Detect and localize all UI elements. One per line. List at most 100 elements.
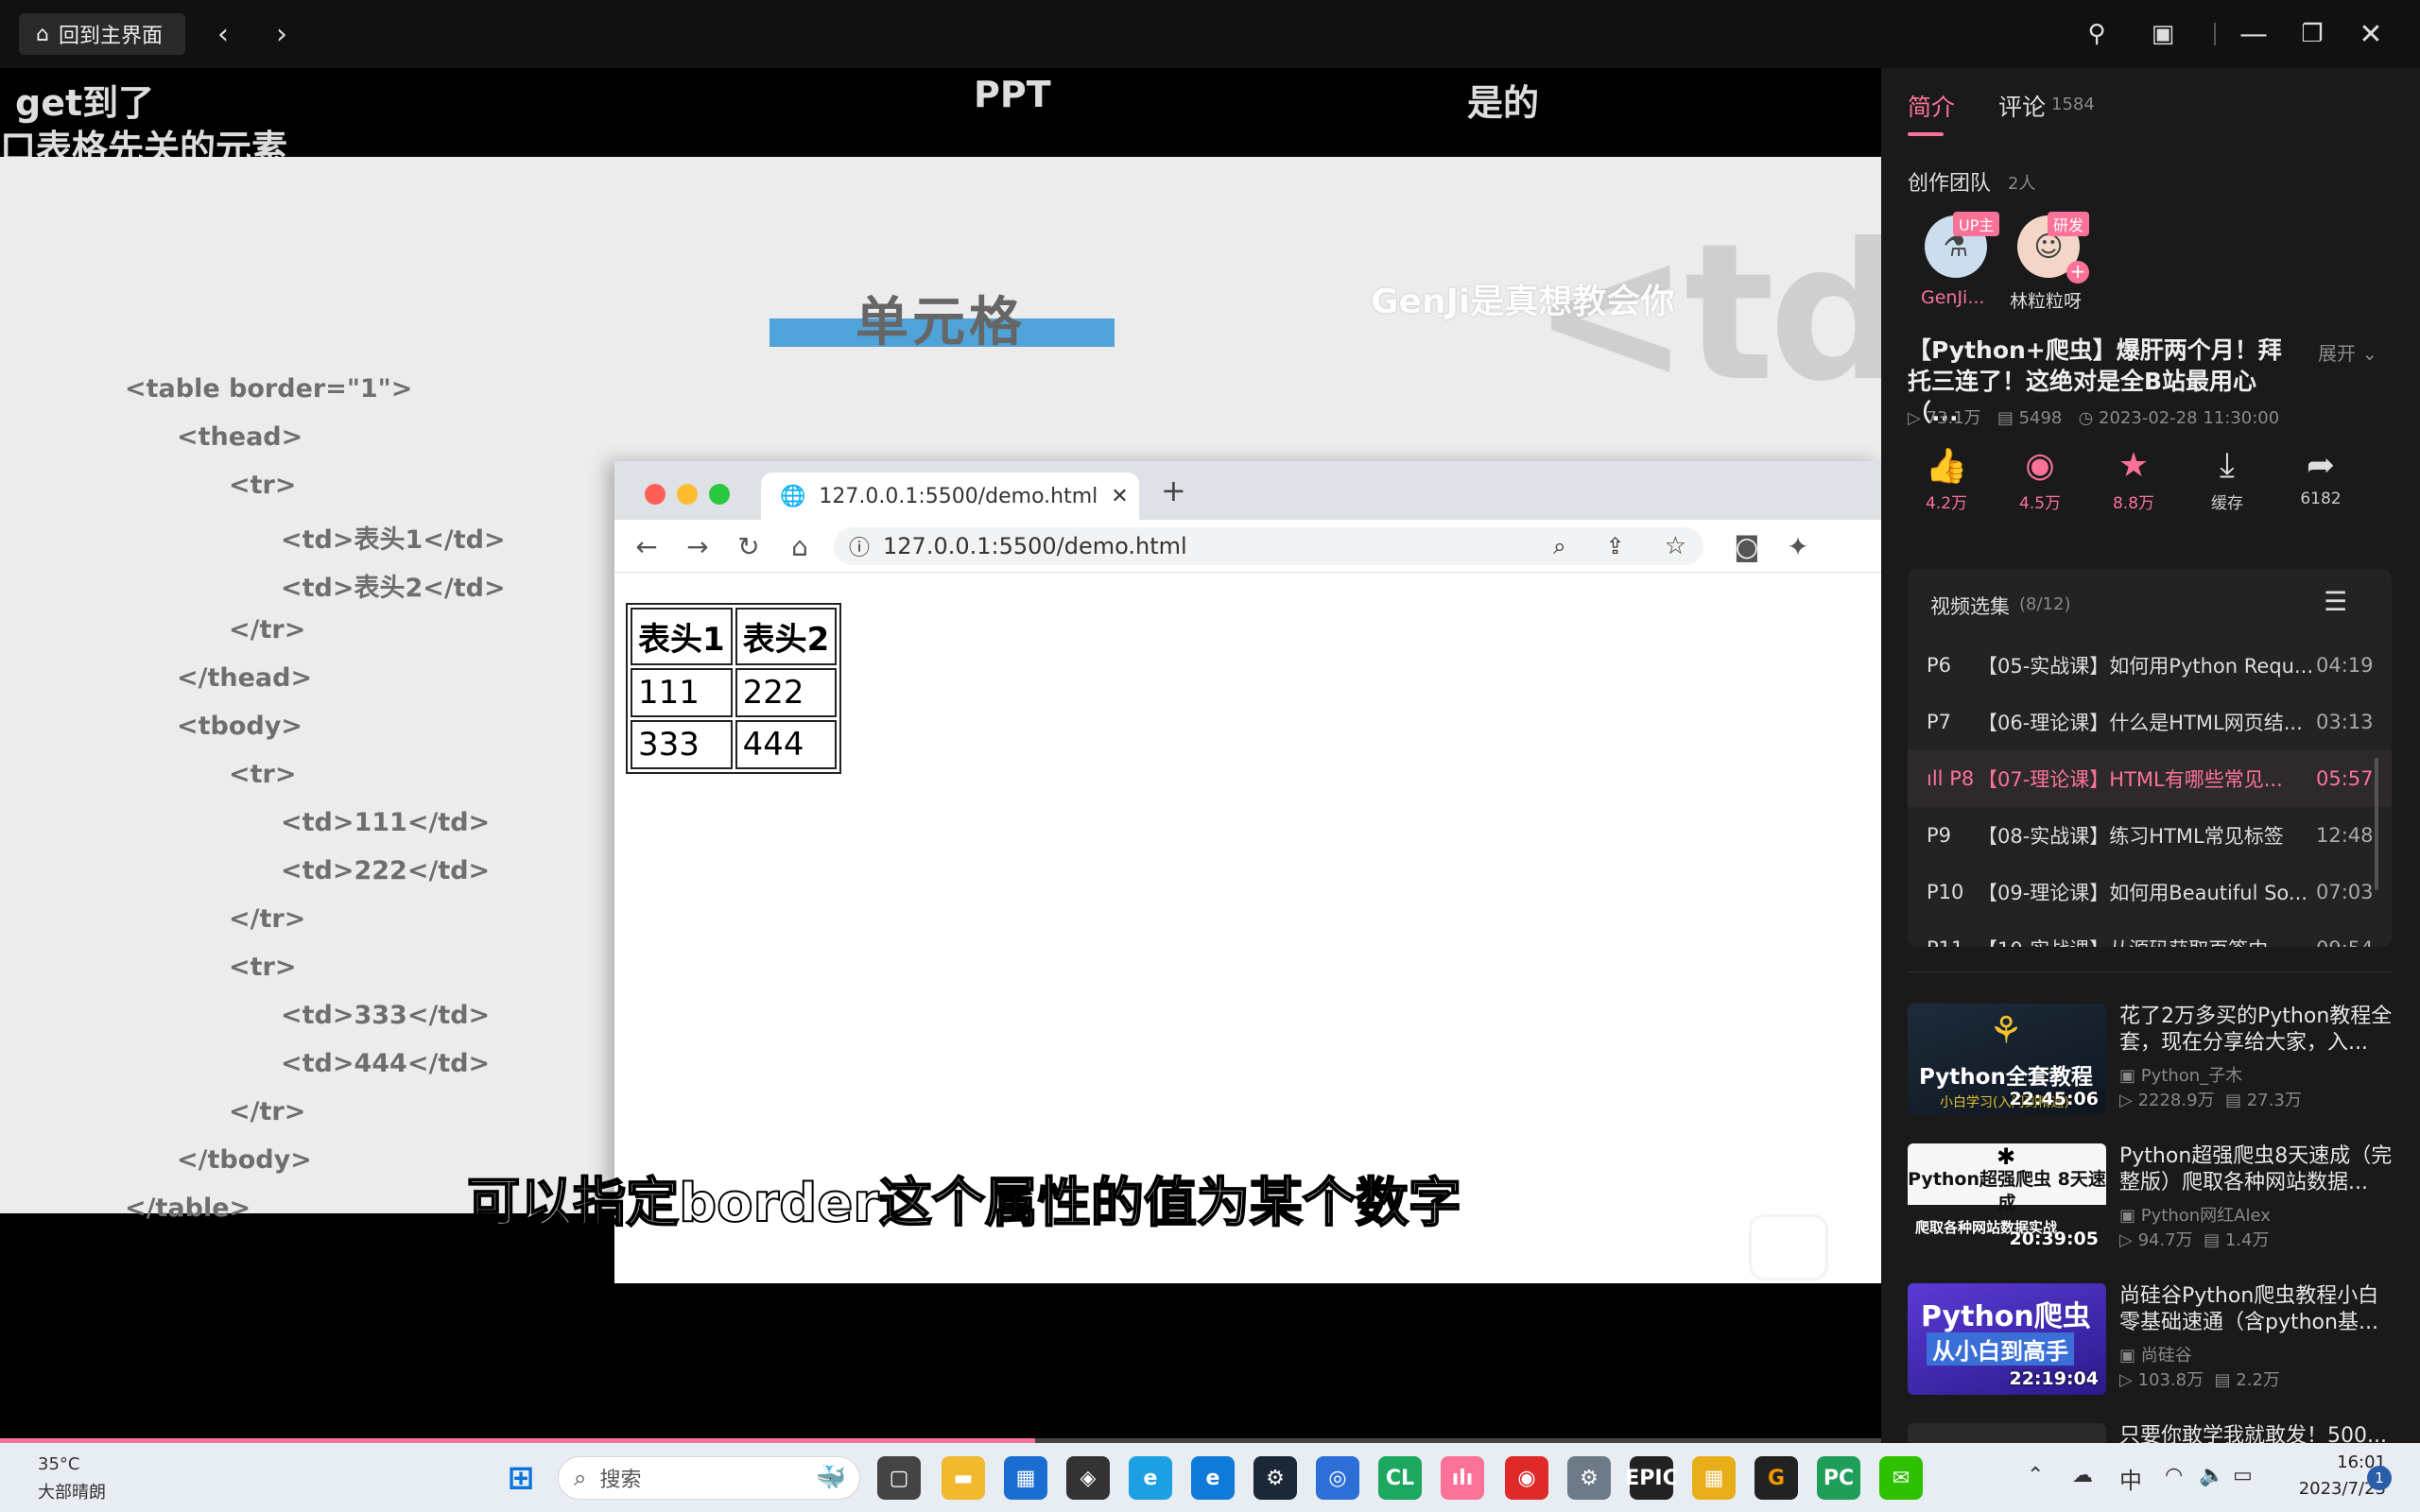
bilibili-icon[interactable]: ılı [1441, 1456, 1484, 1500]
start-icon[interactable]: ⊞ [499, 1456, 543, 1500]
playing-icon: ıll [1927, 767, 1944, 790]
search-icon: ⌕ [574, 1465, 587, 1491]
part-title: 【08-实战课】练习HTML常见标签 [1978, 825, 2284, 848]
app-g-icon[interactable]: G [1754, 1456, 1798, 1500]
playlist-item[interactable]: P9 【08-实战课】练习HTML常见标签 12:48 [1908, 807, 2392, 864]
pin-icon[interactable]: ⚲ [2076, 13, 2118, 55]
author-name: 尚硅谷 [2140, 1346, 2192, 1366]
tab-intro[interactable]: 简介 [1908, 89, 1955, 123]
playlist-scrollbar[interactable] [2375, 758, 2378, 890]
video-duration: 20:39:05 [2009, 1228, 2099, 1249]
steam-icon[interactable]: ⚙ [1253, 1456, 1297, 1500]
playlist-item-active[interactable]: ıll P8 【07-理论课】HTML有哪些常见... 05:57 [1908, 750, 2392, 807]
onedrive-icon[interactable]: ☁ [2072, 1464, 2093, 1487]
notification-badge[interactable]: 1 [2367, 1466, 2392, 1490]
address-bar-url: 127.0.0.1:5500/demo.html [883, 533, 1187, 559]
member-name[interactable]: GenJi... [1921, 287, 1984, 308]
divider [1908, 971, 2392, 972]
favorite-count: 8.8万 [2112, 494, 2155, 513]
playlist-count: (8/12) [2019, 594, 2071, 614]
uploader-icon: ▣ [2119, 1066, 2136, 1086]
part-number: P9 [1927, 824, 1952, 847]
reload-icon: ↻ [737, 530, 760, 562]
recommended-title: 尚硅谷Python爬虫教程小白零基础速通（含python基... [2119, 1284, 2379, 1334]
volume-icon[interactable]: 🔈 [2199, 1464, 2224, 1487]
back-arrow-icon: ← [635, 530, 658, 562]
recommended-video[interactable]: ✱ Python超强爬虫 8天速成 爬取各种网站数据实战 20:39:05 Py… [1908, 1143, 2399, 1259]
expand-label: 展开 [2318, 342, 2356, 365]
store-icon[interactable]: ▦ [1004, 1456, 1047, 1500]
edge-icon[interactable]: e [1191, 1456, 1235, 1500]
recommended-video[interactable]: Python爬虫 从小白到高手 22:19:04 尚硅谷Python爬虫教程小白… [1908, 1283, 2399, 1399]
ime-indicator[interactable]: 中 [2119, 1462, 2142, 1495]
chevron-left-icon[interactable]: ‹ [202, 13, 244, 55]
office-icon[interactable]: ▦ [1692, 1456, 1736, 1500]
battery-icon[interactable]: ▭ [2233, 1464, 2253, 1487]
unity-icon[interactable]: ◈ [1066, 1456, 1110, 1500]
member-name[interactable]: 林粒粒呀 [2010, 287, 2082, 313]
playlist-item[interactable]: P11 【10-实战课】从源码获取页签中... 09:54 [1908, 920, 2392, 947]
danmaku-count: 2.2万 [2236, 1370, 2280, 1390]
wifi-icon[interactable]: ◠ [2165, 1464, 2183, 1487]
coin-button[interactable]: ◉ 4.5万 [1997, 446, 2083, 513]
new-tab-icon: + [1161, 472, 1186, 508]
recommended-video[interactable]: 只要你敢学我就敢发！500... [1908, 1423, 2399, 1443]
weather-temp[interactable]: 35°C [38, 1454, 79, 1474]
author-name: Python网红Alex [2140, 1206, 2271, 1226]
recommended-video[interactable]: ⚘ Python全套教程 小白学习(入门到精通) 22:45:06 花了2万多买… [1908, 1004, 2399, 1119]
playlist-item[interactable]: P6 【05-实战课】如何用Python Requ... 04:19 [1908, 637, 2392, 694]
task-view-icon[interactable]: ▢ [877, 1456, 921, 1500]
zoom-icon: ⌕ [1553, 533, 1566, 559]
netease-music-icon[interactable]: ◉ [1505, 1456, 1548, 1500]
part-title: 【06-理论课】什么是HTML网页结... [1978, 712, 2303, 734]
cache-button[interactable]: ⤓ 缓存 [2185, 446, 2270, 513]
member-badge: 研发 [2048, 212, 2090, 236]
tray-overflow-icon[interactable]: ⌃ [2027, 1464, 2044, 1487]
expand-button[interactable]: 展开 ⌄ [2318, 338, 2377, 366]
part-title: 【09-理论课】如何用Beautiful So... [1978, 882, 2308, 904]
weather-desc[interactable]: 大部晴朗 [38, 1479, 106, 1503]
browser-tab-bar: 🌐 127.0.0.1:5500/demo.html ✕ + [614, 461, 1881, 520]
browser-tab: 🌐 127.0.0.1:5500/demo.html ✕ [761, 472, 1139, 520]
playlist-item[interactable]: P10 【09-理论课】如何用Beautiful So... 07:03 [1908, 864, 2392, 920]
pycharm-icon[interactable]: PC [1817, 1456, 1860, 1500]
minimize-icon[interactable]: — [2233, 13, 2274, 55]
view-count: 103.8万 [2137, 1370, 2204, 1390]
follow-plus-icon[interactable]: + [2066, 261, 2089, 284]
like-button[interactable]: 👍 4.2万 [1904, 446, 1989, 513]
tab-indicator [1908, 132, 1944, 136]
video-stats: ▷ 73.1万 ▤ 5498 ◷ 2023-02-28 11:30:00 [1908, 404, 2279, 429]
file-explorer-icon[interactable]: ▬ [942, 1456, 985, 1500]
playlist-title: 视频选集 [1930, 595, 2010, 618]
list-icon[interactable]: ☰ [2324, 586, 2347, 617]
favorite-button[interactable]: ★ 8.8万 [2091, 446, 2176, 513]
taskbar-search[interactable]: ⌕ 搜索 🐳 [558, 1456, 860, 1500]
wechat-icon[interactable]: ✉ [1879, 1456, 1923, 1500]
home-button[interactable]: ⌂ 回到主界面 [19, 13, 185, 55]
incognito-icon: ◙ [1734, 530, 1760, 562]
clion-icon[interactable]: CL [1378, 1456, 1422, 1500]
app-icon[interactable]: ◎ [1316, 1456, 1359, 1500]
table-row: 表头1 表头2 [631, 608, 838, 665]
share-button[interactable]: ➦ 6182 [2278, 446, 2363, 508]
edge-beta-icon[interactable]: e [1129, 1456, 1172, 1500]
settings-icon[interactable]: ⚙ [1567, 1456, 1611, 1500]
video-thumbnail [1908, 1423, 2106, 1443]
part-duration: 09:54 [2316, 937, 2374, 947]
part-number: P6 [1927, 654, 1952, 677]
recommended-author: ▣ 尚硅谷 [2119, 1342, 2192, 1366]
picture-in-picture-icon[interactable]: ▣ [2142, 13, 2184, 55]
uploader-watermark: GenJi是真想教会你 [1371, 283, 1675, 321]
play-icon[interactable] [1749, 1214, 1828, 1280]
like-count: 4.2万 [1925, 494, 1968, 513]
restore-icon[interactable]: ❐ [2291, 13, 2333, 55]
part-number: P10 [1927, 881, 1964, 903]
playlist-item[interactable]: P7 【06-理论课】什么是HTML网页结... 03:13 [1908, 694, 2392, 750]
close-icon[interactable]: ✕ [2350, 13, 2392, 55]
coin-count: 4.5万 [2018, 494, 2062, 513]
part-number: ıll P8 [1927, 767, 1978, 790]
epic-games-icon[interactable]: EPIC [1625, 1456, 1678, 1500]
tab-comments[interactable]: 评论 [1998, 89, 2046, 123]
thumbnail-text: Python超强爬虫 8天速成 [1908, 1169, 2106, 1213]
chevron-right-icon[interactable]: › [261, 13, 302, 55]
